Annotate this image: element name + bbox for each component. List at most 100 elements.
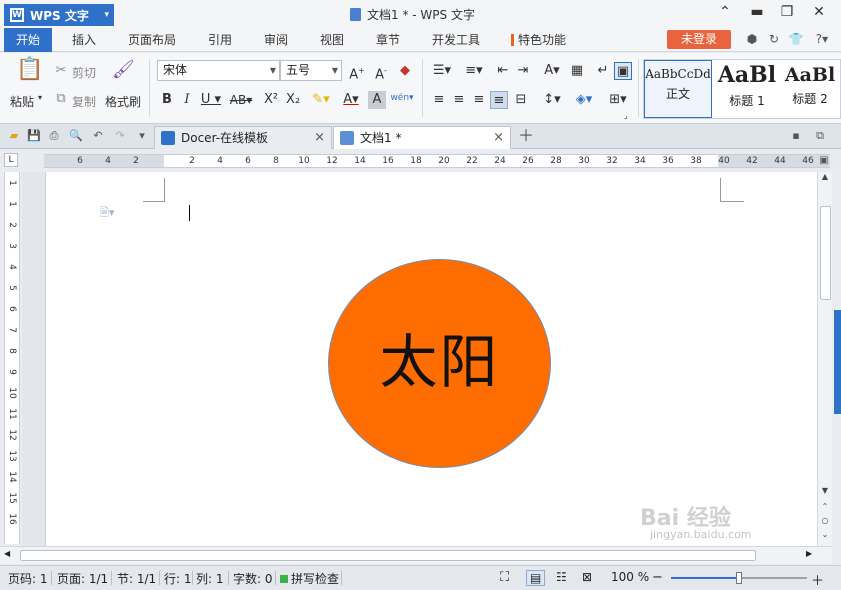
spell-check-button[interactable]: 拼写检查 (280, 570, 339, 587)
maximize-button[interactable]: ❐ (776, 4, 798, 20)
tab-document1[interactable]: 文档1 * × (333, 126, 511, 149)
tab-stop-icon[interactable]: L (4, 153, 18, 167)
align-left-icon[interactable]: ≡ (430, 91, 448, 109)
shading-icon[interactable]: ◈▾ (570, 91, 598, 109)
print-icon[interactable]: ⎙ (46, 128, 62, 144)
customize-toolbar-icon[interactable]: ▾ (134, 128, 150, 144)
zoom-in-icon[interactable]: ＋ (811, 570, 824, 589)
paste-dropdown-icon[interactable]: ▾ (38, 93, 42, 102)
side-panel-toggle[interactable] (834, 310, 841, 414)
align-center-icon[interactable]: ≡ (450, 91, 468, 109)
sun-shape[interactable]: 太阳 (328, 259, 551, 468)
status-pages[interactable]: 页面: 1/1 (57, 570, 108, 587)
status-section[interactable]: 节: 1/1 (117, 570, 156, 587)
underline-icon[interactable]: U ▾ (198, 91, 224, 109)
vertical-ruler[interactable]: 1 1 2 3 4 5 6 7 8 9 10 11 12 13 14 15 16 (4, 172, 20, 544)
zoom-out-icon[interactable]: − (652, 570, 663, 585)
sync-icon[interactable]: ↻ (766, 31, 782, 47)
distributed-icon[interactable]: ⊟ (512, 91, 530, 109)
grow-font-icon[interactable]: A+ (348, 62, 366, 82)
align-right-icon[interactable]: ≡ (470, 91, 488, 109)
login-button[interactable]: 未登录 (667, 30, 731, 49)
outline-view-icon[interactable]: ☷ (556, 570, 567, 584)
menu-review[interactable]: 审阅 (264, 28, 288, 52)
sun-label[interactable]: 太阳 (379, 315, 499, 399)
char-shading-icon[interactable]: A (368, 91, 386, 109)
format-painter-button[interactable]: 格式刷 (105, 93, 141, 110)
restore-tabs-icon[interactable]: ⧉ (812, 128, 828, 144)
line-break-icon[interactable]: ↵ (594, 62, 612, 80)
shrink-font-icon[interactable]: A- (372, 62, 390, 82)
paste-icon[interactable]: 📋 (16, 59, 43, 87)
zoom-slider[interactable] (671, 572, 807, 584)
page-view-icon[interactable]: ▤ (526, 570, 546, 586)
menu-special-features[interactable]: 特色功能 (511, 28, 566, 52)
font-color-icon[interactable]: A▾ (338, 91, 364, 109)
save-icon[interactable]: 💾 (26, 128, 42, 144)
horizontal-scrollbar[interactable]: ◀ ▶ (0, 546, 832, 564)
superscript-icon[interactable]: X² (262, 91, 280, 109)
status-row[interactable]: 行: 1 (164, 570, 192, 587)
ribbon-collapse-icon[interactable]: ⌃ (714, 4, 736, 20)
shirt-icon[interactable]: 👕 (788, 31, 804, 47)
web-view-icon[interactable]: ⊠ (582, 570, 592, 584)
minimize-button[interactable]: ▬ (746, 4, 768, 20)
clear-format-icon[interactable]: ◆ (396, 62, 414, 80)
skin-icon[interactable]: ⬢ (744, 31, 760, 47)
subscript-icon[interactable]: X₂ (284, 91, 302, 109)
hscrollbar-thumb[interactable] (20, 550, 756, 561)
full-screen-icon[interactable]: ⛶ (500, 570, 509, 585)
new-tab-icon[interactable]: ＋ (518, 128, 534, 144)
undo-icon[interactable]: ↶ (90, 128, 106, 144)
horizontal-ruler[interactable]: 6 4 2 2 4 6 8 10 12 14 16 18 20 22 24 26 28 30 32 34 36 38 40 4… (44, 154, 830, 168)
style-normal[interactable]: AaBbCcDd 正文 (644, 60, 712, 118)
menu-insert[interactable]: 插入 (72, 28, 96, 52)
font-name-select[interactable]: 宋体 ▼ (157, 60, 280, 81)
bold-icon[interactable]: B (158, 91, 176, 109)
close-icon[interactable]: × (314, 127, 325, 149)
scroll-down-icon[interactable]: ▼ (818, 486, 832, 495)
paragraph-dialog-icon[interactable]: ⌟ (624, 111, 628, 120)
paste-button[interactable]: 粘贴 (10, 93, 34, 110)
menu-chapter[interactable]: 章节 (376, 28, 400, 52)
phonetic-guide-icon[interactable]: wén▾ (388, 89, 416, 107)
scrollbar-thumb[interactable] (820, 206, 831, 300)
italic-icon[interactable]: I (178, 91, 196, 109)
close-icon[interactable]: × (493, 127, 504, 149)
show-marks-icon[interactable]: ▣ (614, 62, 632, 80)
borders-icon[interactable]: ⊞▾ (604, 91, 632, 109)
tab-docer[interactable]: Docer-在线模板 × (154, 126, 332, 149)
justify-icon[interactable]: ≡ (490, 91, 508, 109)
paragraph-handle-icon[interactable]: 🗎▾ (100, 204, 114, 223)
scroll-right-icon[interactable]: ▶ (806, 549, 812, 558)
status-word-count[interactable]: 字数: 0 (233, 570, 273, 587)
menu-home[interactable]: 开始 (4, 28, 53, 52)
menu-references[interactable]: 引用 (208, 28, 232, 52)
style-heading-2[interactable]: AaBl 标题 2 (780, 60, 840, 118)
redo-icon[interactable]: ↷ (112, 128, 128, 144)
help-icon[interactable]: ?▾ (810, 31, 834, 47)
numbering-icon[interactable]: ≡▾ (460, 62, 488, 80)
menu-page-layout[interactable]: 页面布局 (128, 28, 176, 52)
close-button[interactable]: ✕ (808, 4, 830, 20)
select-browse-icon[interactable]: ○ (818, 516, 832, 525)
increase-indent-icon[interactable]: ⇥ (514, 62, 532, 80)
text-direction-icon[interactable]: A▾ (538, 62, 566, 80)
menu-view[interactable]: 视图 (320, 28, 344, 52)
strikethrough-icon[interactable]: AB▾ (226, 91, 256, 109)
page[interactable]: 🗎▾ 太阳 (45, 172, 817, 546)
style-heading-1[interactable]: AaBl 标题 1 (714, 60, 780, 118)
open-folder-icon[interactable]: ▰ (6, 128, 22, 144)
vertical-scrollbar[interactable]: ▲ ▼ ⌃ ○ ⌄ (817, 172, 832, 546)
next-page-icon[interactable]: ⌄ (818, 530, 832, 539)
status-col[interactable]: 列: 1 (196, 570, 224, 587)
prev-page-icon[interactable]: ⌃ (818, 502, 832, 511)
line-spacing-icon[interactable]: ↕▾ (538, 91, 566, 109)
decrease-indent-icon[interactable]: ⇤ (494, 62, 512, 80)
scroll-up-icon[interactable]: ▲ (818, 172, 832, 181)
copy-button[interactable]: 复制 (72, 93, 96, 110)
app-menu-button[interactable]: W WPS 文字 ▾ (4, 4, 114, 26)
print-preview-icon[interactable]: 🔍 (68, 128, 84, 144)
table-icon[interactable]: ▦ (568, 62, 586, 80)
view-ruler-icon[interactable]: ▣ (816, 153, 832, 169)
